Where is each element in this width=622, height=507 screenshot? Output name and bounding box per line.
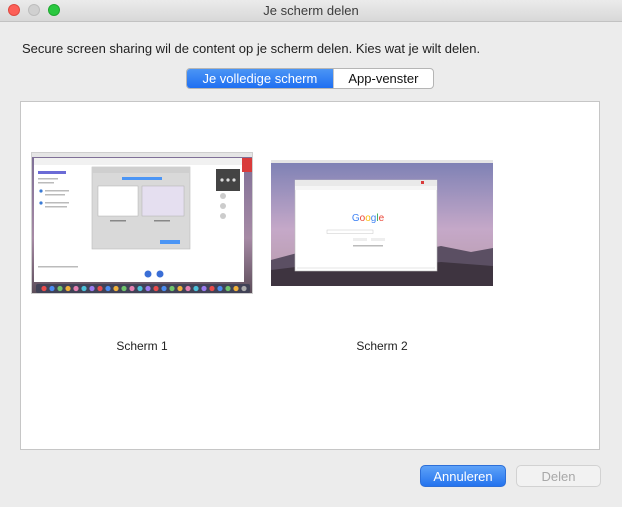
window-title: Je scherm delen (263, 3, 359, 18)
screen-2-label: Scherm 2 (356, 339, 408, 353)
screen-2-thumbnail[interactable]: Google (271, 160, 493, 286)
tab-app-window[interactable]: App-venster (332, 69, 433, 88)
screen-picker-panel: Google Scherm 1 Scherm 2 (20, 101, 600, 450)
share-prompt: Secure screen sharing wil de content op … (22, 41, 481, 56)
screen-1-label: Scherm 1 (116, 339, 168, 353)
tab-full-screen[interactable]: Je volledige scherm (187, 69, 333, 88)
title-bar: Je scherm delen (0, 0, 622, 22)
screen-1-thumbnail[interactable] (31, 152, 253, 294)
share-button[interactable]: Delen (516, 465, 601, 487)
screen-2-preview-image: Google (271, 160, 493, 286)
share-mode-tabs: Je volledige scherm App-venster (186, 68, 434, 89)
google-logo: Google (352, 213, 385, 224)
cancel-button[interactable]: Annuleren (420, 465, 506, 487)
screen-1-preview-image (32, 153, 252, 293)
share-screen-dialog: Je scherm delen Secure screen sharing wi… (0, 0, 622, 507)
